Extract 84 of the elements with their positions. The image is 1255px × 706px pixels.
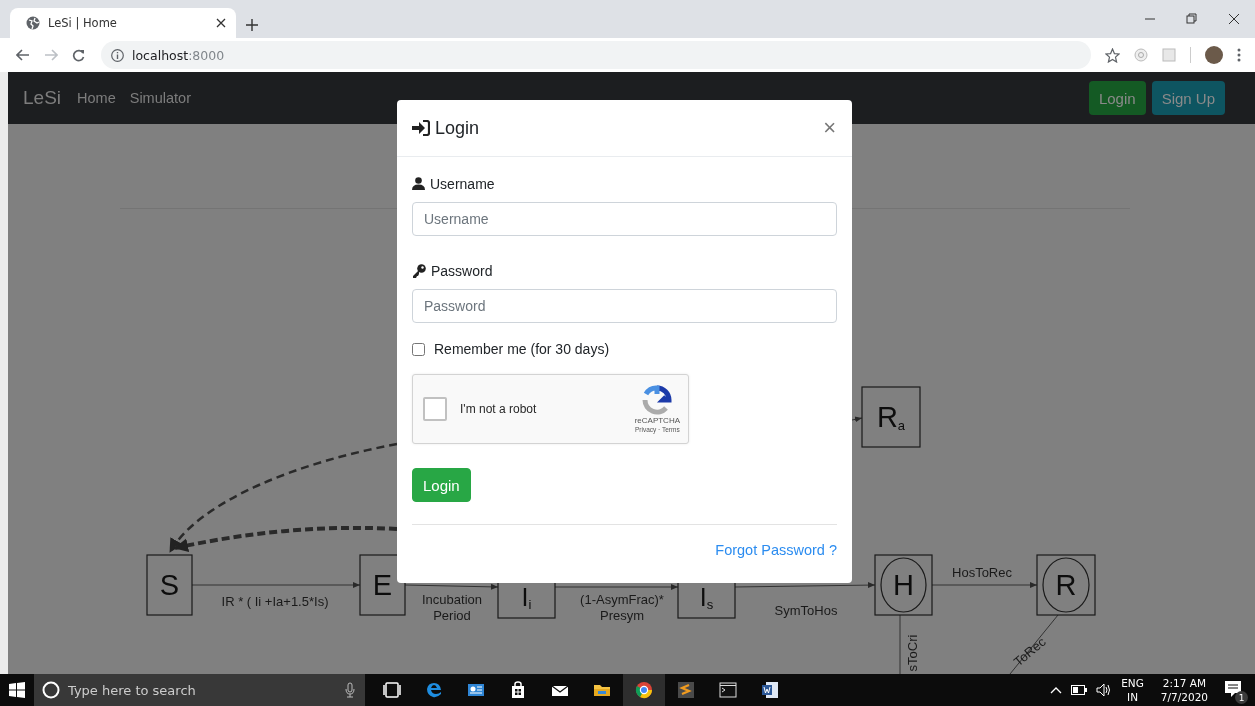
connector-line xyxy=(1009,614,1059,674)
node-box xyxy=(146,554,193,616)
notification-icon[interactable] xyxy=(1223,679,1243,699)
store-bag-icon[interactable] xyxy=(509,681,527,699)
node-label: S xyxy=(159,570,180,600)
input-field[interactable]: Username xyxy=(412,202,837,236)
checkbox-label: Remember me (for 30 days) xyxy=(434,341,610,357)
language-indicator[interactable]: ENG xyxy=(1121,676,1144,690)
node-box xyxy=(874,554,933,616)
node-label: I$_{i}$ xyxy=(521,584,532,610)
circle-icon xyxy=(42,681,60,699)
browser-icon[interactable] xyxy=(425,681,443,699)
edge-label: IR * ( Ii +Ia+1.5*Is) xyxy=(221,594,329,610)
back-arrow-icon xyxy=(16,49,30,61)
round-browser-icon[interactable] xyxy=(635,681,653,699)
field-label: Password xyxy=(431,262,493,279)
captcha-label: I'm not a robot xyxy=(460,402,538,416)
battery-icon[interactable] xyxy=(1071,685,1088,695)
start-icon[interactable] xyxy=(9,682,25,698)
clock-time[interactable]: 2:17 AM xyxy=(1162,676,1206,690)
document-icon[interactable] xyxy=(761,681,779,699)
edge-label: (1-AsymFrac)* Presym xyxy=(579,592,665,624)
reload-icon xyxy=(72,48,85,62)
edge-label: sToCri xyxy=(905,634,921,672)
star-icon[interactable] xyxy=(1105,47,1120,63)
captcha-checkbox[interactable] xyxy=(423,397,447,421)
tab-title: LeSi | Home xyxy=(48,16,118,30)
node-label: E xyxy=(372,570,393,600)
arrow xyxy=(851,416,863,423)
node-box xyxy=(1036,554,1096,616)
new-tab-button[interactable] xyxy=(246,19,258,31)
forward-arrow-icon xyxy=(44,49,58,61)
browser-tab[interactable]: LeSi | Home xyxy=(10,8,236,38)
back-button[interactable] xyxy=(16,49,30,61)
task-view-icon[interactable] xyxy=(383,681,401,699)
info-icon xyxy=(111,48,124,62)
node-label: I$_{s}$ xyxy=(699,584,714,610)
recaptcha-logo-icon xyxy=(642,385,673,415)
nav-link[interactable]: Simulator xyxy=(129,90,191,106)
restore-icon xyxy=(1186,13,1198,25)
menu-icon[interactable] xyxy=(1237,48,1241,62)
clock-date[interactable]: 7/7/2020 xyxy=(1160,690,1208,704)
news-icon[interactable] xyxy=(467,681,485,699)
node-circle xyxy=(880,557,927,613)
nav-link[interactable]: Home xyxy=(77,90,116,106)
globe-icon xyxy=(26,16,40,30)
captcha-brand: reCAPTCHA xyxy=(634,416,680,425)
edge-label: Incubation Period xyxy=(421,592,483,624)
sign-in-icon xyxy=(412,120,430,136)
close-button[interactable]: × xyxy=(823,117,836,139)
modal-title: Login xyxy=(435,117,480,139)
brand-logo[interactable]: LeSi xyxy=(23,87,62,109)
url-port: :8000 xyxy=(188,47,225,63)
edge-label: HosToRec xyxy=(952,565,1012,581)
forgot-password-link[interactable]: Forgot Password ? xyxy=(715,542,837,558)
node-box xyxy=(861,386,921,448)
editor-icon[interactable] xyxy=(677,681,695,699)
terminal-icon[interactable] xyxy=(719,681,737,699)
edge-label: SymToHos xyxy=(774,603,838,619)
close-icon xyxy=(216,18,226,28)
profile-avatar[interactable] xyxy=(1205,46,1223,64)
node-label: H xyxy=(893,570,914,600)
connector-line xyxy=(899,614,901,674)
microphone-icon xyxy=(345,682,355,698)
region-indicator[interactable]: IN xyxy=(1127,690,1138,704)
search-field[interactable]: Type here to search xyxy=(34,674,365,706)
checkbox[interactable] xyxy=(412,342,425,356)
user-icon xyxy=(412,177,425,190)
url-host: localhost xyxy=(132,47,189,63)
node-label: R$_{a}$ xyxy=(876,402,906,432)
search-placeholder: Type here to search xyxy=(68,682,197,698)
reload-button[interactable] xyxy=(72,48,85,62)
plus-icon xyxy=(246,19,258,31)
field-label: Username xyxy=(430,175,495,192)
address-bar[interactable]: localhost:8000 xyxy=(101,41,1091,69)
node-label: R xyxy=(1055,570,1077,600)
notification-count: 1 xyxy=(1235,691,1248,704)
close-icon xyxy=(1228,13,1240,25)
key-icon xyxy=(412,263,426,278)
close-tab-button[interactable] xyxy=(216,18,226,28)
node-circle xyxy=(1042,557,1090,613)
speaker-icon[interactable] xyxy=(1096,683,1113,697)
chevron-up-icon[interactable] xyxy=(1050,686,1063,694)
input-field[interactable]: Password xyxy=(412,289,837,323)
